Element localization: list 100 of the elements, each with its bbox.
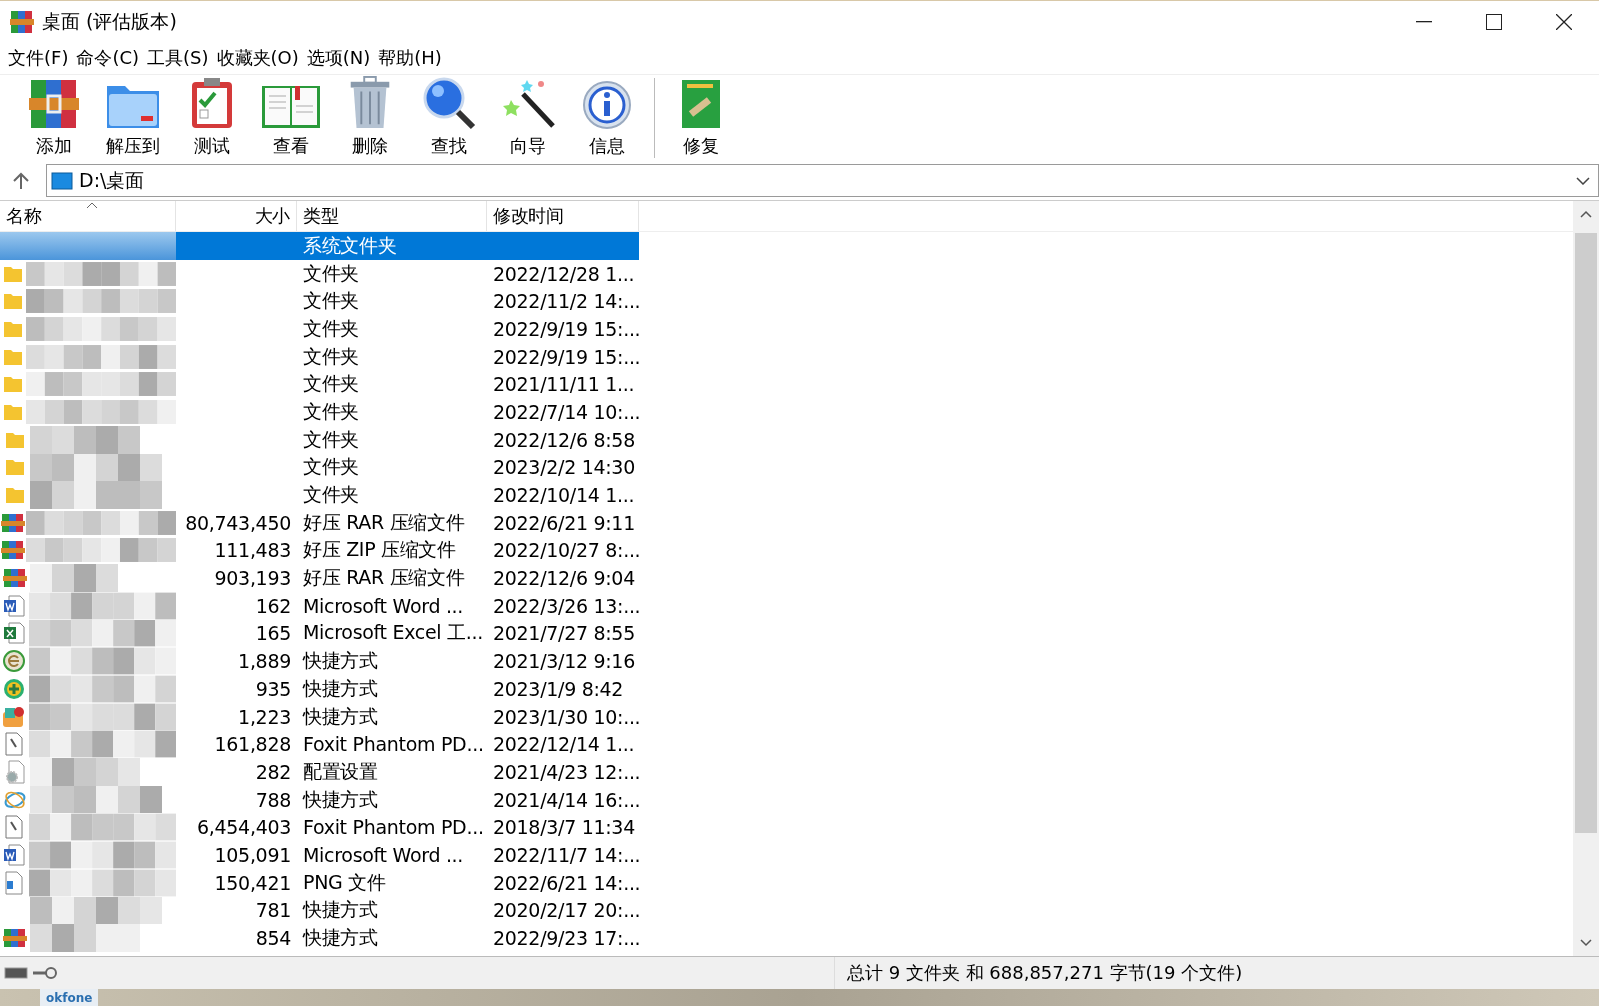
file-row[interactable]: 文件夹 2022/10/14 1... xyxy=(0,481,1573,509)
column-header[interactable]: 修改时间 xyxy=(487,201,639,231)
column-header[interactable]: 名称 xyxy=(0,201,176,231)
modified-text: 2021/4/14 16:... xyxy=(493,788,639,811)
file-row[interactable]: 282 配置设置 2021/4/23 12:... xyxy=(0,758,1573,786)
file-row[interactable]: 6,454,403 Foxit Phantom PD... 2018/3/7 11:34 xyxy=(0,813,1573,842)
test-tool-button[interactable]: 测试 xyxy=(172,76,251,158)
menu-item[interactable]: 收藏夹(O) xyxy=(215,46,306,70)
wizard-tool-button[interactable]: 向导 xyxy=(488,76,567,158)
file-row[interactable]: 788 快捷方式 2021/4/14 16:... xyxy=(0,785,1573,814)
modified-text: 2022/11/7 14:... xyxy=(493,843,639,866)
modified-text: 2018/3/7 11:34 xyxy=(493,816,635,839)
menu-item[interactable]: 帮助(H) xyxy=(377,46,449,70)
size-text: 162 xyxy=(255,594,291,617)
menu-item[interactable]: 命令(C) xyxy=(75,46,147,70)
archive-books-icon xyxy=(28,78,79,130)
close-icon xyxy=(1556,13,1572,30)
file-row[interactable]: 1,223 快捷方式 2023/1/30 10:... xyxy=(0,702,1573,731)
file-row[interactable]: 文件夹 2023/2/2 14:30 xyxy=(0,453,1573,482)
modified-text: 2022/9/23 17:... xyxy=(493,927,639,950)
file-row[interactable]: 111,483 好压 ZIP 压缩文件 2022/10/27 8:... xyxy=(0,536,1573,565)
drive-icon xyxy=(4,967,28,979)
file-row[interactable]: 文件夹 2022/9/19 15:... xyxy=(0,315,1573,343)
scroll-down-icon[interactable] xyxy=(1580,939,1592,947)
file-row[interactable]: 文件夹 2021/11/11 1... xyxy=(0,370,1573,399)
type-text: 文件夹 xyxy=(303,426,360,452)
app-badge-icon xyxy=(2,705,27,728)
type-text: 快捷方式 xyxy=(303,648,378,674)
vertical-scrollbar[interactable] xyxy=(1573,201,1599,956)
delete-tool-button[interactable]: 删除 xyxy=(330,76,409,158)
menu-item[interactable]: 工具(S) xyxy=(146,46,216,70)
file-row[interactable]: 165 Microsoft Excel 工... 2021/7/27 8:55 xyxy=(0,619,1573,648)
dropdown-caret-icon[interactable] xyxy=(1576,176,1590,185)
modified-text: 2021/11/11 1... xyxy=(493,373,635,396)
menu-item[interactable]: 选项(N) xyxy=(305,46,378,70)
size-text: 165 xyxy=(255,622,291,645)
scroll-up-icon[interactable] xyxy=(1580,210,1592,218)
key-icon xyxy=(32,966,58,980)
repair-tool-button[interactable]: 修复 xyxy=(661,76,740,158)
file-row[interactable]: 文件夹 2022/9/19 15:... xyxy=(0,342,1573,371)
type-text: 文件夹 xyxy=(303,343,360,369)
type-text: 快捷方式 xyxy=(303,786,378,812)
type-text: 文件夹 xyxy=(303,454,360,480)
type-text: 好压 RAR 压缩文件 xyxy=(303,565,465,591)
type-text: 文件夹 xyxy=(303,398,360,424)
size-text: 161,828 xyxy=(214,733,291,756)
extract-tool-button[interactable]: 解压到 xyxy=(93,76,172,158)
size-text: 935 xyxy=(255,677,291,700)
pdf-file-icon xyxy=(4,732,25,757)
file-row[interactable]: 162 Microsoft Word ... 2022/3/26 13:... xyxy=(0,591,1573,620)
add-tool-button[interactable]: 添加 xyxy=(14,76,93,158)
file-row[interactable]: 161,828 Foxit Phantom PD... 2022/12/14 1... xyxy=(0,730,1573,759)
address-field[interactable]: D:\桌面 xyxy=(46,164,1599,197)
window-title: 桌面 (评估版本) xyxy=(42,8,178,34)
folder-icon xyxy=(2,402,23,421)
file-row[interactable]: 80,743,450 好压 RAR 压缩文件 2022/6/21 9:11 xyxy=(0,508,1573,537)
file-row[interactable]: 903,193 好压 RAR 压缩文件 2022/12/6 9:04 xyxy=(0,564,1573,592)
modified-text: 2022/6/21 14:... xyxy=(493,871,639,894)
file-row[interactable]: 文件夹 2022/12/28 1... xyxy=(0,259,1573,288)
size-text: 903,193 xyxy=(214,567,291,590)
file-row[interactable]: 系统文件夹 xyxy=(0,232,1573,260)
modified-text: 2022/3/26 13:... xyxy=(493,594,639,617)
file-row[interactable]: 150,421 PNG 文件 2022/6/21 14:... xyxy=(0,868,1573,897)
info-tool-button[interactable]: 信息 xyxy=(567,76,646,158)
folder-icon xyxy=(5,486,25,505)
size-text: 788 xyxy=(255,788,291,811)
archive-books-icon xyxy=(10,9,34,34)
modified-text: 2022/9/19 15:... xyxy=(493,345,639,368)
size-text: 854 xyxy=(255,927,291,950)
column-header[interactable]: 大小 xyxy=(176,201,297,231)
folder-icon xyxy=(2,264,23,283)
minimize-icon xyxy=(1416,20,1432,23)
type-text: 快捷方式 xyxy=(303,703,378,729)
column-header[interactable]: 类型 xyxy=(297,201,487,231)
type-text: 文件夹 xyxy=(303,260,360,286)
file-row[interactable]: 1,889 快捷方式 2021/3/12 9:16 xyxy=(0,647,1573,675)
file-row[interactable]: 781 快捷方式 2020/2/17 20:... xyxy=(0,896,1573,925)
up-arrow-icon[interactable] xyxy=(12,171,30,190)
modified-text: 2022/11/2 14:... xyxy=(493,290,639,313)
file-row[interactable]: 文件夹 2022/7/14 10:... xyxy=(0,398,1573,426)
type-text: 快捷方式 xyxy=(303,897,378,923)
type-text: Microsoft Word ... xyxy=(303,594,464,617)
modified-text: 2022/9/19 15:... xyxy=(493,317,639,340)
folder-icon xyxy=(5,458,25,477)
word-document-icon xyxy=(3,594,26,617)
type-text: 系统文件夹 xyxy=(303,232,397,258)
modified-text: 2022/12/6 8:58 xyxy=(493,428,635,451)
folder-icon xyxy=(5,430,25,449)
folder-icon xyxy=(2,347,23,366)
file-row[interactable]: 105,091 Microsoft Word ... 2022/11/7 14:... xyxy=(0,841,1573,869)
view-tool-button[interactable]: 查看 xyxy=(251,76,330,158)
file-row[interactable]: 854 快捷方式 2022/9/23 17:... xyxy=(0,924,1573,952)
file-row[interactable]: 文件夹 2022/12/6 8:58 xyxy=(0,425,1573,454)
menu-item[interactable]: 文件(F) xyxy=(7,46,76,70)
file-row[interactable]: 935 快捷方式 2023/1/9 8:42 xyxy=(0,675,1573,703)
type-text: 快捷方式 xyxy=(303,675,378,701)
modified-text: 2023/1/30 10:... xyxy=(493,705,639,728)
find-tool-button[interactable]: 查找 xyxy=(409,76,488,158)
file-row[interactable]: 文件夹 2022/11/2 14:... xyxy=(0,287,1573,316)
modified-text: 2022/12/14 1... xyxy=(493,733,635,756)
